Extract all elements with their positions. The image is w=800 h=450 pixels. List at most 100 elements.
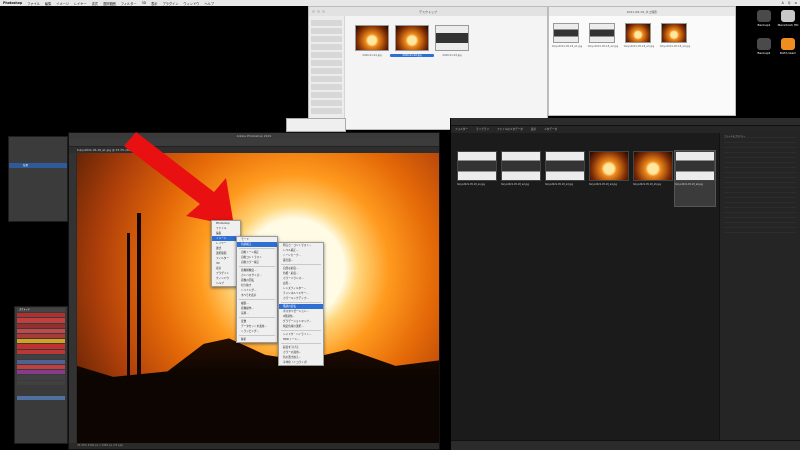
swatch-row[interactable] <box>17 406 65 411</box>
file-label[interactable]: tokyo2021-05-18_a3.jpg <box>621 45 657 48</box>
finder-titlebar[interactable]: デスクトップ <box>309 7 547 16</box>
menu-item[interactable]: レイヤー <box>74 1 87 6</box>
content-thumbnail[interactable]: tokyo2021-05-18_a2.jpg <box>501 151 541 206</box>
file-label[interactable]: 2020-01-03.jpg <box>430 54 474 57</box>
file-label[interactable]: tokyo2021-05-18_a2.jpg <box>585 45 621 48</box>
swatch-row[interactable] <box>17 385 65 390</box>
swatch-row[interactable] <box>17 411 65 416</box>
status-icon[interactable]: A <box>782 1 784 5</box>
menu-item[interactable]: イメージ <box>56 1 69 6</box>
swatch-row[interactable] <box>17 375 65 380</box>
swatch-row[interactable] <box>17 349 65 354</box>
sidebar-item[interactable] <box>311 60 342 66</box>
bridge-tab[interactable]: ライブラリ <box>476 126 489 133</box>
menu-item[interactable]: プラグイン <box>162 1 178 6</box>
metadata-row <box>724 199 796 203</box>
finder2-titlebar[interactable]: 2021-08-18_ネコ撮影 <box>549 7 735 16</box>
sidebar-item[interactable] <box>311 20 342 26</box>
swatch-row[interactable] <box>17 359 65 365</box>
menu-item[interactable]: 特定色域の選択... <box>279 324 323 329</box>
swatch-row[interactable] <box>17 328 65 333</box>
swatch-row[interactable] <box>17 354 65 359</box>
file-label[interactable]: tokyo2021-05-18_a4.jpg <box>657 45 693 48</box>
menu-item[interactable]: トラッピング... <box>237 329 277 334</box>
content-thumbnail[interactable]: tokyo2021-05-18_a4.jpg <box>589 151 629 206</box>
mini-window[interactable] <box>286 118 346 132</box>
file-thumbnail[interactable] <box>589 23 615 43</box>
file-thumbnail[interactable] <box>355 25 389 51</box>
file-thumbnail[interactable] <box>625 23 651 43</box>
menu-item[interactable]: 選択範囲 <box>103 1 116 6</box>
swatch-row[interactable] <box>17 323 65 328</box>
menu-item[interactable]: 編集 <box>45 1 51 6</box>
menu-item[interactable]: 露光量... <box>279 258 323 263</box>
image-submenu: モード 色調補正 自動トーン補正 自動コントラスト 自動カラー補正 画像解像度.… <box>236 236 278 343</box>
window-controls[interactable] <box>312 10 325 13</box>
content-thumbnail-selected[interactable]: tokyo2021-05-18_a6.jpg <box>674 150 716 207</box>
menu-item[interactable]: フィルター <box>121 1 137 6</box>
menu-item[interactable]: 演算... <box>237 311 277 316</box>
bridge-bottombar[interactable] <box>451 440 800 450</box>
swatch-row[interactable] <box>17 318 65 323</box>
menu-item[interactable]: 表示 <box>151 1 157 6</box>
menu-item[interactable]: カラールックアップ... <box>279 296 323 301</box>
menu-item[interactable]: ファイル <box>27 1 40 6</box>
swatch-row[interactable]: スウォッチ <box>17 308 65 313</box>
swatch-row[interactable] <box>17 333 65 339</box>
swatch-row[interactable] <box>17 339 65 344</box>
file-thumbnail[interactable] <box>395 25 429 51</box>
sidebar-item[interactable] <box>311 36 342 42</box>
menu-item[interactable]: 解析 <box>237 337 277 342</box>
swatch-row[interactable] <box>17 396 65 401</box>
bridge-toolbar[interactable] <box>451 118 800 126</box>
menu-app-name[interactable]: Photoshop <box>3 1 22 5</box>
file-thumbnail[interactable] <box>553 23 579 43</box>
menu-item-highlighted[interactable]: 色調補正 <box>237 242 277 247</box>
file-thumbnail[interactable] <box>435 25 469 51</box>
sidebar-item[interactable] <box>311 100 342 106</box>
menu-item[interactable]: すべてを表示 <box>237 293 277 298</box>
content-thumbnail[interactable]: tokyo2021-05-18_a3.jpg <box>545 151 585 206</box>
sidebar-item[interactable] <box>311 108 342 114</box>
swatch-row[interactable] <box>17 391 65 396</box>
file-label-selected[interactable]: 2020-01-02.jpg <box>390 54 434 57</box>
bridge-tab[interactable]: ファイルのメタデータ <box>497 126 523 133</box>
file-label[interactable]: tokyo2021-05-18_a1.jpg <box>549 45 585 48</box>
bridge-tab[interactable]: フォルダー <box>455 126 468 133</box>
menu-item[interactable]: HDR トーン... <box>279 337 323 342</box>
sidebar-item[interactable] <box>311 28 342 34</box>
sidebar-item[interactable] <box>311 84 342 90</box>
swatch-row[interactable] <box>17 365 65 370</box>
menu-item[interactable]: 自動カラー補正 <box>237 260 277 265</box>
swatch-row[interactable] <box>17 380 65 385</box>
desktop-drive[interactable]: Macintosh HD <box>776 10 800 27</box>
tools-panel[interactable] <box>69 153 76 449</box>
control-center-icon[interactable]: ≡ <box>794 1 797 5</box>
menu-item[interactable]: ヘルプ <box>204 1 214 6</box>
menu-item[interactable]: 書式 <box>92 1 98 6</box>
swatches-panel: スウォッチ <box>14 306 68 444</box>
bridge-tab[interactable]: メタデータ <box>544 126 557 133</box>
swatch-row[interactable] <box>17 344 65 349</box>
swatch-row[interactable] <box>17 401 65 406</box>
search-icon[interactable]: Q <box>788 1 791 5</box>
menu-item[interactable]: 平均化（イコライズ） <box>279 360 323 365</box>
sidebar-item[interactable] <box>311 76 342 82</box>
menu-item[interactable]: ウィンドウ <box>183 1 199 6</box>
file-thumbnail[interactable] <box>661 23 687 43</box>
content-thumbnail[interactable]: tokyo2021-05-18_a1.jpg <box>457 151 497 206</box>
desktop-drive[interactable]: Backup2 <box>752 38 776 55</box>
sidebar-item[interactable] <box>311 52 342 58</box>
sidebar-item[interactable] <box>311 44 342 50</box>
swatch-row[interactable] <box>17 370 65 375</box>
bridge-tab[interactable]: 表示 <box>531 126 536 133</box>
menu-item[interactable]: 3D <box>142 1 146 5</box>
desktop-drive[interactable]: DATA team <box>776 38 800 55</box>
sidebar-item[interactable] <box>311 68 342 74</box>
file-label[interactable]: 2020-01-01.jpg <box>350 54 394 57</box>
swatch-row[interactable] <box>17 313 65 318</box>
layer-row[interactable]: 背景 <box>9 163 67 168</box>
desktop-drive[interactable]: Backup1 <box>752 10 776 27</box>
sidebar-item[interactable] <box>311 92 342 98</box>
content-thumbnail[interactable]: tokyo2021-05-18_a5.jpg <box>633 151 673 206</box>
